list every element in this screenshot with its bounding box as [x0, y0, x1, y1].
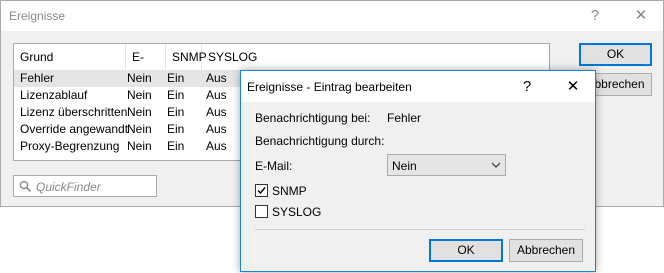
cell-syslog: Aus — [206, 122, 227, 136]
checkmark-icon — [257, 187, 266, 195]
cell-email: Nein — [127, 122, 152, 136]
syslog-label[interactable]: SYSLOG — [272, 205, 321, 219]
cell-snmp: Ein — [167, 71, 185, 85]
cell-snmp: Ein — [167, 122, 185, 136]
cell-grund: Proxy-Begrenzung — [20, 139, 120, 153]
notify-on-label: Benachrichtigung bei: — [255, 111, 371, 125]
cell-email: Nein — [127, 105, 152, 119]
dialog-separator — [255, 229, 585, 230]
dialog-titlebar: Ereignisse - Eintrag bearbeiten ? ✕ — [241, 71, 595, 102]
notify-via-label: Benachrichtigung durch: — [255, 134, 385, 148]
snmp-label[interactable]: SNMP — [272, 184, 307, 198]
main-help-button[interactable]: ? — [575, 1, 615, 31]
dialog-title: Ereignisse - Eintrag bearbeiten — [247, 80, 412, 94]
quickfinder-input[interactable]: QuickFinder — [13, 175, 157, 197]
syslog-checkbox[interactable] — [255, 205, 268, 218]
column-header-email[interactable]: E-Mail — [126, 44, 166, 90]
chevron-down-icon — [491, 162, 501, 168]
search-icon — [19, 180, 32, 193]
cell-grund: Lizenzablauf — [20, 88, 88, 102]
cell-grund: Lizenz überschritten — [20, 105, 128, 119]
main-ok-button[interactable]: OK — [579, 43, 652, 66]
main-window-title: Ereignisse — [9, 9, 66, 23]
email-label: E-Mail: — [255, 159, 293, 173]
edit-entry-dialog: Ereignisse - Eintrag bearbeiten ? ✕ Bena… — [240, 70, 596, 272]
dialog-cancel-button[interactable]: Abbrechen — [509, 239, 583, 262]
cell-syslog: Aus — [206, 105, 227, 119]
cell-snmp: Ein — [167, 139, 185, 153]
cell-email: Nein — [127, 71, 152, 85]
cell-grund: Override angewandt — [20, 122, 129, 136]
column-header-syslog[interactable]: SYSLOG — [202, 44, 549, 70]
email-select-value: Nein — [392, 159, 417, 173]
email-select[interactable]: Nein — [387, 154, 506, 176]
list-header: Grund E-Mail SNMP SYSLOG — [14, 44, 549, 90]
column-header-snmp[interactable]: SNMP — [166, 44, 207, 70]
cell-snmp: Ein — [167, 105, 185, 119]
dialog-help-button[interactable]: ? — [507, 71, 547, 102]
cell-syslog: Aus — [206, 139, 227, 153]
cell-email: Nein — [127, 139, 152, 153]
cell-syslog: Aus — [206, 71, 227, 85]
cell-syslog: Aus — [206, 88, 227, 102]
main-titlebar: Ereignisse ? ✕ — [1, 1, 663, 31]
dialog-ok-button[interactable]: OK — [429, 239, 503, 262]
cell-email: Nein — [127, 88, 152, 102]
column-header-grund[interactable]: Grund — [14, 44, 126, 70]
snmp-checkbox[interactable] — [255, 184, 268, 197]
cell-snmp: Ein — [167, 88, 185, 102]
quickfinder-placeholder: QuickFinder — [36, 180, 101, 194]
main-close-button[interactable]: ✕ — [621, 1, 661, 31]
dialog-close-button[interactable]: ✕ — [553, 71, 593, 102]
notify-on-value: Fehler — [387, 111, 422, 125]
cell-grund: Fehler — [20, 71, 55, 85]
